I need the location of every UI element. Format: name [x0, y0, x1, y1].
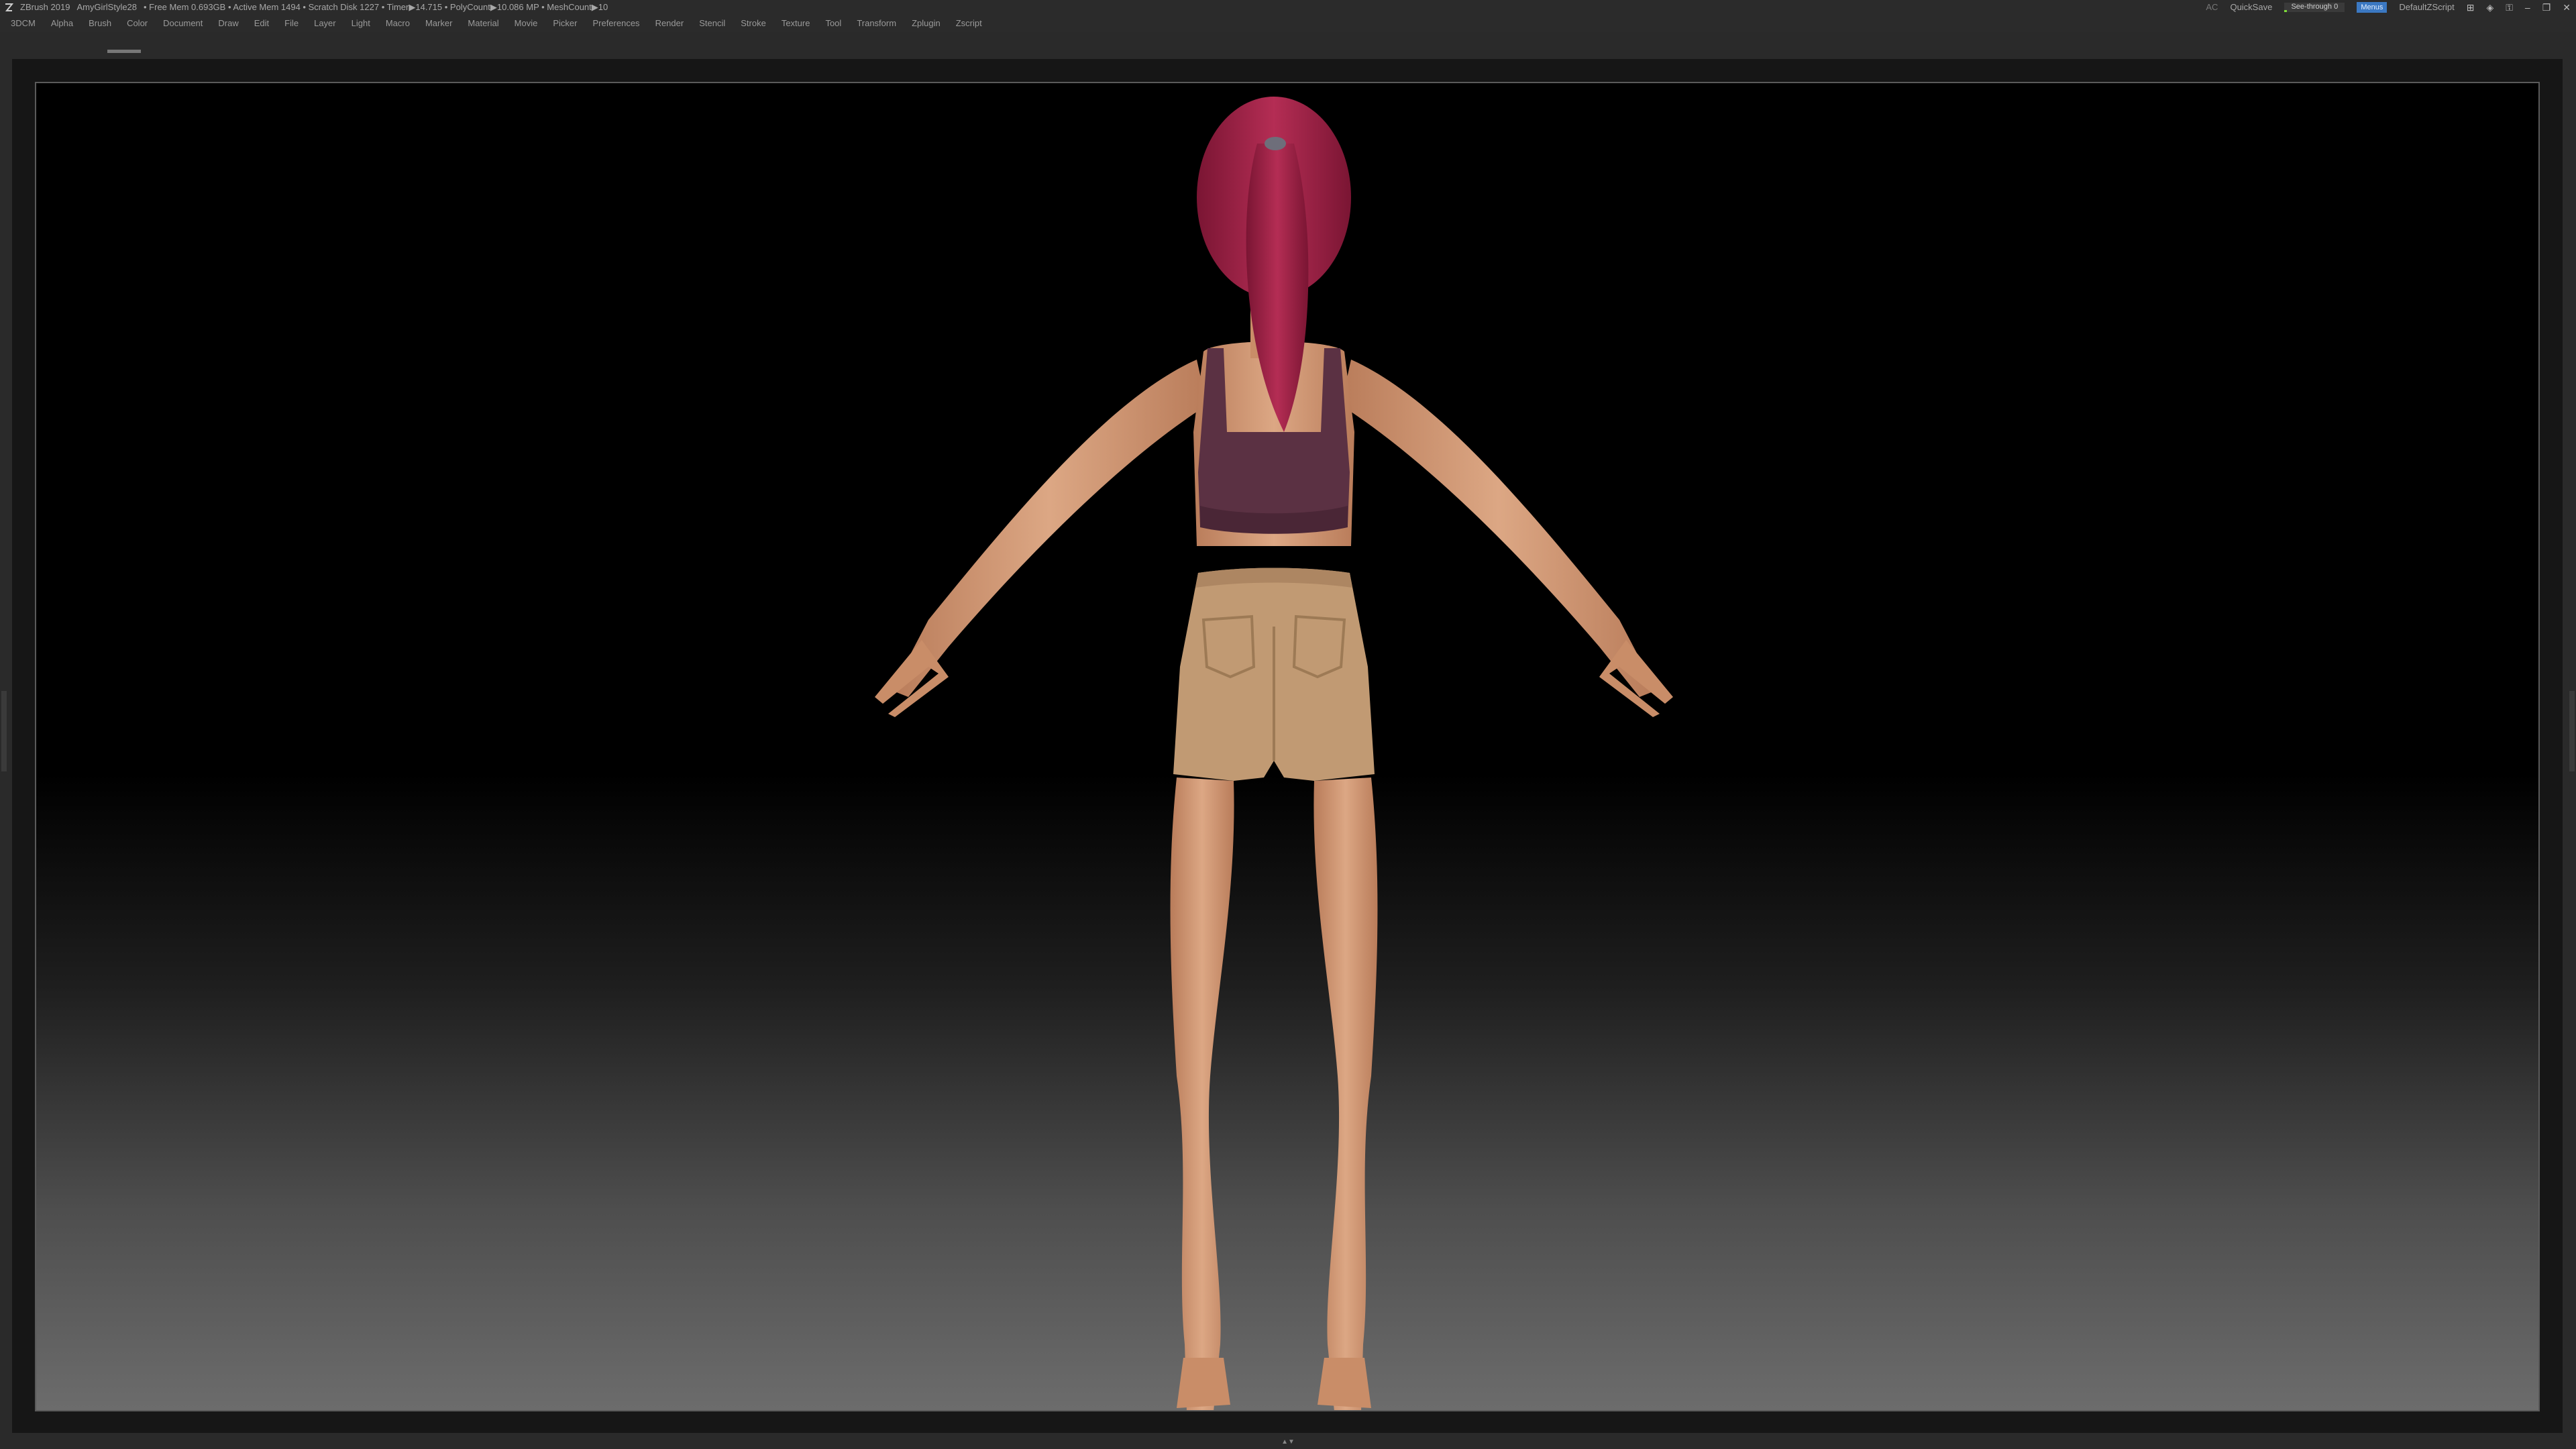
menu-bar: 3DCM Alpha Brush Color Document Draw Edit File L… — [0, 15, 2576, 32]
see-through-label: See-through 0 — [2291, 3, 2339, 11]
right-tray-handle[interactable] — [2569, 691, 2575, 771]
menu-item-render[interactable]: Render — [655, 15, 684, 32]
menu-item-picker[interactable]: Picker — [553, 15, 577, 32]
right-foot — [1318, 1358, 1371, 1408]
palette-icon[interactable]: ◈ — [2486, 0, 2493, 15]
menu-item-tool[interactable]: Tool — [825, 15, 841, 32]
menu-item-zplugin[interactable]: Zplugin — [912, 15, 941, 32]
menu-item-marker[interactable]: Marker — [425, 15, 452, 32]
bottom-tray-handle[interactable]: ▲▼ — [1248, 1438, 1328, 1446]
left-tray-handle[interactable] — [1, 691, 7, 771]
see-through-fill — [2284, 10, 2288, 12]
quicksave-button[interactable]: QuickSave — [2230, 0, 2272, 15]
app-title: ZBrush 2019 — [20, 2, 70, 12]
see-through-slider[interactable]: See-through 0 — [2284, 3, 2345, 12]
tab-strip — [0, 32, 2576, 59]
lock-icon[interactable]: ⚿ — [2506, 0, 2513, 15]
menu-item-stencil[interactable]: Stencil — [699, 15, 725, 32]
menu-item-layer[interactable]: Layer — [314, 15, 336, 32]
ac-button[interactable]: AC — [2206, 0, 2218, 15]
script-button[interactable]: DefaultZScript — [2399, 0, 2454, 15]
hair-tie — [1265, 137, 1286, 150]
menu-item-color[interactable]: Color — [127, 15, 148, 32]
menu-items: 3DCM Alpha Brush Color Document Draw Edit File L… — [11, 15, 982, 32]
menu-item-transform[interactable]: Transform — [857, 15, 896, 32]
character-model — [875, 97, 1673, 1410]
menu-item-movie[interactable]: Movie — [515, 15, 538, 32]
menu-item-light[interactable]: Light — [352, 15, 370, 32]
close-icon[interactable]: ✕ — [2563, 0, 2571, 15]
canvas-frame — [12, 59, 2563, 1433]
menu-item-alpha[interactable]: Alpha — [51, 15, 73, 32]
menu-item-preferences[interactable]: Preferences — [592, 15, 639, 32]
left-leg — [1170, 777, 1234, 1410]
memory-stats: • Free Mem 0.693GB • Active Mem 1494 • S… — [144, 2, 608, 12]
menu-item-file[interactable]: File — [284, 15, 299, 32]
menu-item-zscript[interactable]: Zscript — [956, 15, 982, 32]
maximize-icon[interactable]: ❐ — [2542, 0, 2551, 15]
menu-item-edit[interactable]: Edit — [254, 15, 269, 32]
menu-item-brush[interactable]: Brush — [89, 15, 111, 32]
menu-item-document[interactable]: Document — [163, 15, 203, 32]
left-foot — [1177, 1358, 1230, 1408]
right-leg — [1313, 777, 1378, 1410]
menus-toggle-button[interactable]: Menus — [2357, 2, 2387, 13]
layout-icon[interactable]: ⊞ — [2467, 0, 2475, 15]
menu-item-material[interactable]: Material — [468, 15, 498, 32]
active-tab-marker[interactable] — [107, 50, 141, 53]
title-bar: ZBrush 2019 AmyGirlStyle28 • Free Mem 0.… — [0, 0, 2576, 15]
left-arm — [892, 360, 1207, 697]
zbrush-logo-icon — [5, 3, 13, 11]
menu-item-stroke[interactable]: Stroke — [741, 15, 766, 32]
document-viewport[interactable] — [35, 82, 2540, 1411]
menu-item-3dcm[interactable]: 3DCM — [11, 15, 36, 32]
minimize-icon[interactable]: – — [2525, 0, 2530, 15]
right-arm — [1341, 360, 1656, 697]
menu-item-texture[interactable]: Texture — [782, 15, 810, 32]
document-name: AmyGirlStyle28 — [76, 2, 138, 12]
menu-item-macro[interactable]: Macro — [386, 15, 410, 32]
menu-item-draw[interactable]: Draw — [218, 15, 238, 32]
